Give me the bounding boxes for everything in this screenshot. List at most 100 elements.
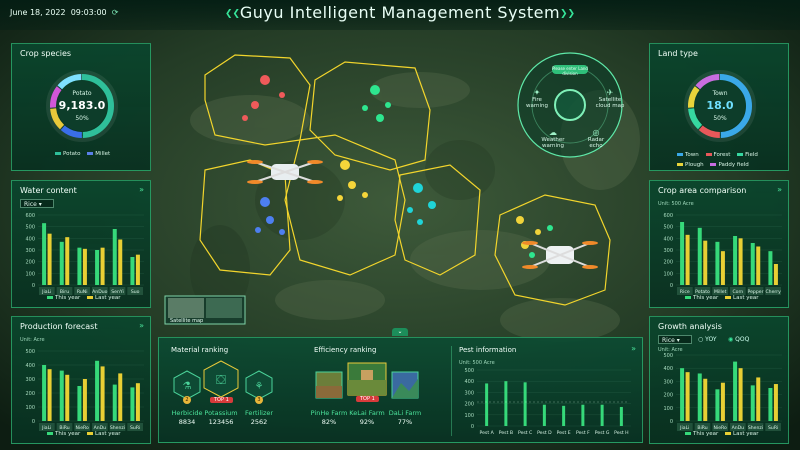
bar-last-year[interactable] [738,368,743,421]
double-chevron-icon[interactable]: » [139,185,144,194]
bar-pest[interactable] [523,382,527,426]
map-marker[interactable] [376,114,384,122]
bar-last-year[interactable] [65,374,70,421]
bar-last-year[interactable] [47,233,52,285]
bar-last-year[interactable] [100,247,105,285]
bar-last-year[interactable] [703,240,708,285]
bar-last-year[interactable] [65,237,70,285]
bar-last-year[interactable] [135,383,140,421]
bar-last-year[interactable] [703,378,708,421]
bar-this-year[interactable] [680,222,685,285]
bar-pest[interactable] [542,404,546,426]
map-marker[interactable] [279,92,285,98]
bar-this-year[interactable] [59,241,64,285]
x-tick-label: SuRi [130,425,140,431]
bar-last-year[interactable] [720,251,725,285]
bar-last-year[interactable] [773,264,778,285]
bar-pest[interactable] [485,383,489,426]
map-marker[interactable] [251,101,259,109]
map-marker[interactable] [348,181,356,189]
map-marker[interactable] [413,183,423,193]
bar-last-year[interactable] [685,372,690,421]
bar-last-year[interactable] [773,384,778,421]
bar-last-year[interactable] [756,246,761,286]
bar-last-year[interactable] [100,366,105,421]
bar-this-year[interactable] [42,223,47,285]
bar-this-year[interactable] [750,243,755,285]
map-marker[interactable] [260,75,270,85]
map-marker[interactable] [370,85,380,95]
fire-warning-button[interactable]: ✦ Fire warning [522,88,552,109]
bar-this-year[interactable] [768,251,773,285]
map-marker[interactable] [407,207,413,213]
map-marker[interactable] [340,160,350,170]
bar-this-year[interactable] [733,236,738,285]
map-marker[interactable] [279,229,285,235]
satellite-cloud-button[interactable]: ✈ Satellite cloud map [593,88,627,109]
bar-this-year[interactable] [77,386,82,421]
refresh-icon[interactable]: ⟳ [112,8,119,17]
bar-pest[interactable] [581,404,585,426]
bar-this-year[interactable] [697,373,702,421]
bar-last-year[interactable] [756,377,761,421]
map-marker[interactable] [260,197,270,207]
map-marker[interactable] [417,219,423,225]
map-marker[interactable] [362,192,368,198]
bar-pest[interactable] [619,406,623,426]
legend-last-year: Last year [733,431,759,437]
map-marker[interactable] [516,216,524,224]
map-marker[interactable] [362,105,368,111]
double-chevron-icon[interactable]: » [631,344,636,353]
bar-this-year[interactable] [680,368,685,421]
map-marker[interactable] [266,216,274,224]
qoq-radio[interactable]: ◉ QOQ [728,336,749,343]
bar-pest[interactable] [504,381,508,426]
bar-last-year[interactable] [720,382,725,421]
satellite-map-label[interactable]: Satellite map [170,318,203,324]
bar-pest[interactable] [600,404,604,426]
bar-last-year[interactable] [82,379,87,421]
double-chevron-icon[interactable]: » [777,185,782,194]
hud-center-label[interactable]: Please enter Land division [552,66,588,76]
map-marker[interactable] [337,195,343,201]
bar-this-year[interactable] [130,257,135,285]
bar-this-year[interactable] [59,370,64,421]
weather-warning-button[interactable]: ☁ Weather warning [537,128,569,149]
bar-pest[interactable] [562,405,566,426]
bar-last-year[interactable] [118,239,123,286]
bar-last-year[interactable] [118,373,123,421]
bar-this-year[interactable] [750,385,755,421]
map-marker[interactable] [547,225,553,231]
map-marker[interactable] [428,201,436,209]
bar-last-year[interactable] [685,234,690,285]
bar-this-year[interactable] [77,247,82,285]
bar-this-year[interactable] [42,365,47,421]
bar-this-year[interactable] [130,387,135,421]
map-marker[interactable] [535,229,541,235]
bar-this-year[interactable] [95,250,100,285]
map-marker[interactable] [385,102,391,108]
water-crop-select[interactable]: Rice ▾ [20,199,54,208]
collapse-toggle-icon[interactable]: ⌄ [392,328,408,336]
bar-this-year[interactable] [768,388,773,421]
bar-this-year[interactable] [715,389,720,421]
double-chevron-icon[interactable]: » [139,321,144,330]
x-tick-label: Pest A [480,430,495,436]
bar-this-year[interactable] [112,229,117,285]
bar-last-year[interactable] [738,238,743,285]
radar-echo-button[interactable]: ◎ Radar echo [582,128,610,149]
bar-last-year[interactable] [135,254,140,285]
bar-last-year[interactable] [47,369,52,421]
bar-this-year[interactable] [733,361,738,421]
map-marker[interactable] [255,227,261,233]
bar-this-year[interactable] [697,227,702,285]
map-marker[interactable] [242,115,248,121]
map-marker[interactable] [529,252,535,258]
bar-this-year[interactable] [95,360,100,421]
bar-last-year[interactable] [82,248,87,285]
growth-crop-select[interactable]: Rice ▾ [658,335,692,344]
bar-this-year[interactable] [112,384,117,421]
yoy-radio[interactable]: ○ YOY [698,336,717,343]
hexagon-potassium-icon: ⛋ [203,360,239,398]
bar-this-year[interactable] [715,241,720,285]
